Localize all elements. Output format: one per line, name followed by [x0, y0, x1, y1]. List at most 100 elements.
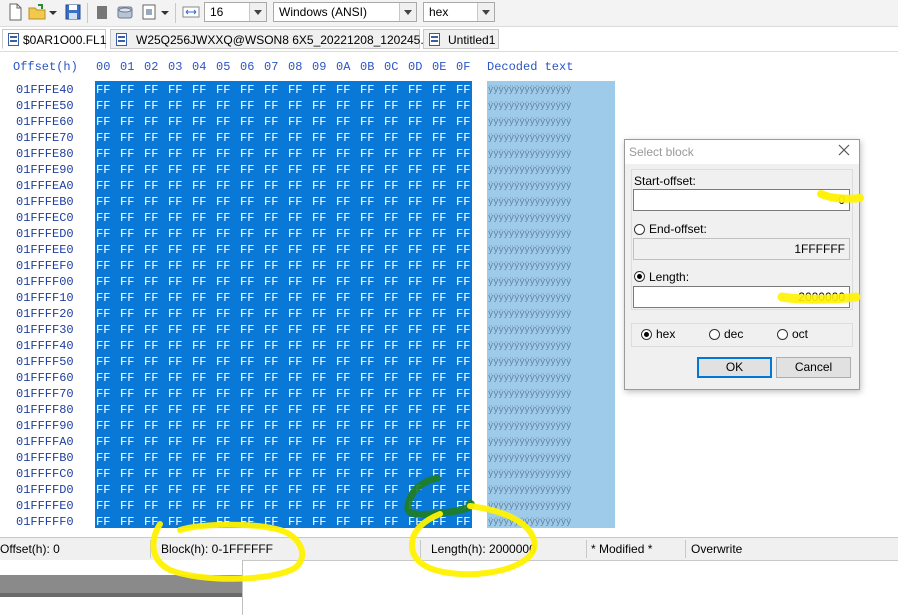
hex-byte[interactable]: FF: [168, 147, 182, 161]
hex-byte[interactable]: FF: [288, 499, 302, 513]
hex-byte[interactable]: FF: [288, 451, 302, 465]
hex-byte[interactable]: FF: [168, 163, 182, 177]
hex-byte[interactable]: FF: [192, 419, 206, 433]
hex-byte[interactable]: FF: [288, 435, 302, 449]
decoded-row[interactable]: ÿÿÿÿÿÿÿÿÿÿÿÿÿÿÿÿ: [488, 485, 571, 495]
hex-byte[interactable]: FF: [264, 339, 278, 353]
hex-byte[interactable]: FF: [360, 339, 374, 353]
hex-byte[interactable]: FF: [432, 307, 446, 321]
hex-byte[interactable]: FF: [168, 483, 182, 497]
hex-byte[interactable]: FF: [432, 275, 446, 289]
hex-byte[interactable]: FF: [432, 355, 446, 369]
hex-byte[interactable]: FF: [432, 163, 446, 177]
hex-byte[interactable]: FF: [96, 419, 110, 433]
hex-byte[interactable]: FF: [288, 387, 302, 401]
hex-byte[interactable]: FF: [336, 259, 350, 273]
hex-byte[interactable]: FF: [288, 339, 302, 353]
hex-byte[interactable]: FF: [312, 227, 326, 241]
hex-byte[interactable]: FF: [96, 131, 110, 145]
hex-byte[interactable]: FF: [432, 195, 446, 209]
hex-byte[interactable]: FF: [384, 147, 398, 161]
hex-byte[interactable]: FF: [432, 291, 446, 305]
hex-byte[interactable]: FF: [432, 243, 446, 257]
length-field[interactable]: 2000000: [633, 286, 850, 308]
hex-byte[interactable]: FF: [96, 275, 110, 289]
hex-byte[interactable]: FF: [168, 259, 182, 273]
hex-byte[interactable]: FF: [264, 307, 278, 321]
hex-byte[interactable]: FF: [408, 323, 422, 337]
hex-byte[interactable]: FF: [360, 243, 374, 257]
hex-byte[interactable]: FF: [240, 355, 254, 369]
hex-byte[interactable]: FF: [312, 451, 326, 465]
hex-byte[interactable]: FF: [192, 179, 206, 193]
hex-byte[interactable]: FF: [216, 179, 230, 193]
hex-byte[interactable]: FF: [288, 147, 302, 161]
hex-byte[interactable]: FF: [456, 435, 470, 449]
dialog-titlebar[interactable]: Select block: [625, 140, 859, 164]
hex-byte[interactable]: FF: [168, 339, 182, 353]
decoded-row[interactable]: ÿÿÿÿÿÿÿÿÿÿÿÿÿÿÿÿ: [488, 261, 571, 271]
hex-byte[interactable]: FF: [216, 99, 230, 113]
chevron-down-icon[interactable]: [477, 3, 494, 21]
hex-byte[interactable]: FF: [360, 307, 374, 321]
hex-byte[interactable]: FF: [216, 131, 230, 145]
hex-byte[interactable]: FF: [432, 131, 446, 145]
hex-byte[interactable]: FF: [168, 403, 182, 417]
hex-byte[interactable]: FF: [240, 131, 254, 145]
hex-byte[interactable]: FF: [288, 259, 302, 273]
hex-byte[interactable]: FF: [336, 403, 350, 417]
hex-byte[interactable]: FF: [360, 275, 374, 289]
hex-byte[interactable]: FF: [264, 211, 278, 225]
hex-byte[interactable]: FF: [288, 83, 302, 97]
hex-byte[interactable]: FF: [144, 467, 158, 481]
hex-byte[interactable]: FF: [96, 211, 110, 225]
hex-byte[interactable]: FF: [336, 147, 350, 161]
hex-byte[interactable]: FF: [216, 227, 230, 241]
hex-byte[interactable]: FF: [96, 499, 110, 513]
hex-byte[interactable]: FF: [384, 403, 398, 417]
hex-byte[interactable]: FF: [96, 99, 110, 113]
hex-byte[interactable]: FF: [192, 467, 206, 481]
hex-byte[interactable]: FF: [216, 419, 230, 433]
hex-byte[interactable]: FF: [168, 467, 182, 481]
decoded-row[interactable]: ÿÿÿÿÿÿÿÿÿÿÿÿÿÿÿÿ: [488, 213, 571, 223]
hex-byte[interactable]: FF: [456, 179, 470, 193]
hex-byte[interactable]: FF: [144, 211, 158, 225]
hex-byte[interactable]: FF: [360, 211, 374, 225]
hex-byte[interactable]: FF: [96, 467, 110, 481]
hex-byte[interactable]: FF: [432, 419, 446, 433]
decoded-row[interactable]: ÿÿÿÿÿÿÿÿÿÿÿÿÿÿÿÿ: [488, 277, 571, 287]
hex-byte[interactable]: FF: [456, 323, 470, 337]
hex-byte[interactable]: FF: [96, 483, 110, 497]
hex-byte[interactable]: FF: [288, 419, 302, 433]
hex-byte[interactable]: FF: [96, 227, 110, 241]
hex-byte[interactable]: FF: [336, 131, 350, 145]
decoded-row[interactable]: ÿÿÿÿÿÿÿÿÿÿÿÿÿÿÿÿ: [488, 229, 571, 239]
hex-byte[interactable]: FF: [384, 99, 398, 113]
hex-byte[interactable]: FF: [408, 147, 422, 161]
hex-byte[interactable]: FF: [408, 275, 422, 289]
hex-byte[interactable]: FF: [192, 515, 206, 529]
decoded-row[interactable]: ÿÿÿÿÿÿÿÿÿÿÿÿÿÿÿÿ: [488, 309, 571, 319]
hex-byte[interactable]: FF: [432, 451, 446, 465]
hex-byte[interactable]: FF: [240, 243, 254, 257]
decoded-row[interactable]: ÿÿÿÿÿÿÿÿÿÿÿÿÿÿÿÿ: [488, 341, 571, 351]
hex-byte[interactable]: FF: [288, 115, 302, 129]
hex-byte[interactable]: FF: [216, 259, 230, 273]
hex-byte[interactable]: FF: [168, 195, 182, 209]
hex-byte[interactable]: FF: [336, 291, 350, 305]
hex-byte[interactable]: FF: [168, 371, 182, 385]
hex-byte[interactable]: FF: [456, 115, 470, 129]
hex-byte[interactable]: FF: [360, 451, 374, 465]
hex-byte[interactable]: FF: [360, 419, 374, 433]
hex-byte[interactable]: FF: [216, 371, 230, 385]
hex-byte[interactable]: FF: [192, 115, 206, 129]
hex-byte[interactable]: FF: [312, 243, 326, 257]
start-offset-field[interactable]: 0: [633, 189, 850, 211]
hex-byte[interactable]: FF: [456, 227, 470, 241]
hex-byte[interactable]: FF: [384, 211, 398, 225]
hex-byte[interactable]: FF: [456, 355, 470, 369]
hex-byte[interactable]: FF: [192, 403, 206, 417]
hex-byte[interactable]: FF: [384, 339, 398, 353]
hex-byte[interactable]: FF: [144, 179, 158, 193]
